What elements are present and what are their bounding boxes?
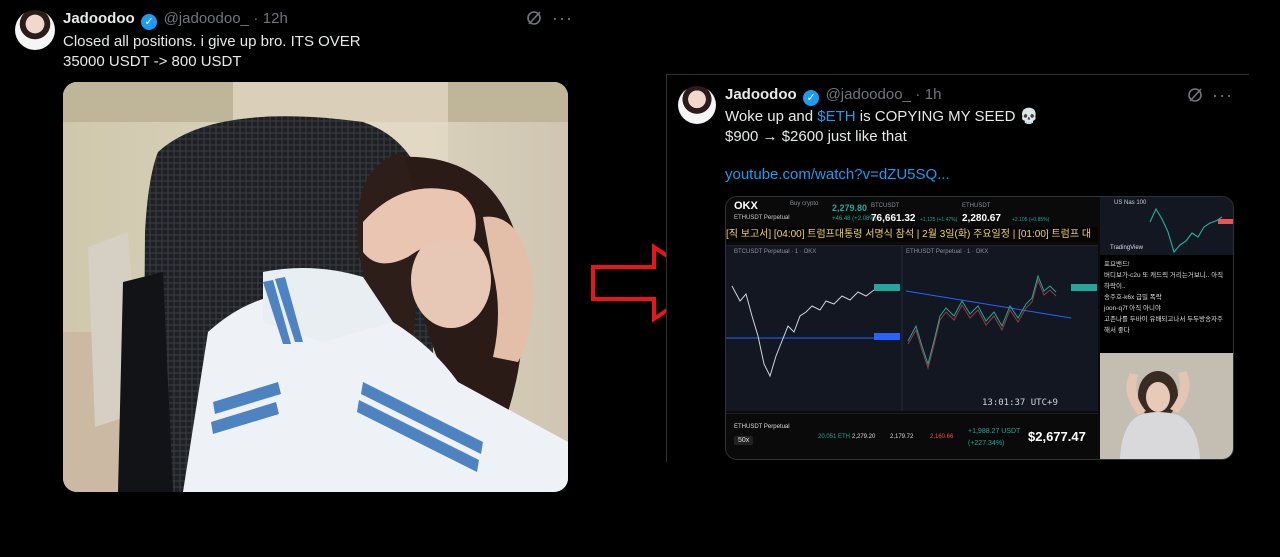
- tweet-text-line: Woke up and $ETH is COPYING MY SEED 💀: [725, 107, 1038, 127]
- btc-price: 76,661.32: [871, 213, 916, 224]
- tweet-text: Woke up and $ETH is COPYING MY SEED 💀 $9…: [725, 107, 1038, 147]
- profile-avatar[interactable]: [15, 10, 55, 50]
- exchange-header: OKX Buy crypto ETHUSDT Perpetual 2,279.8…: [726, 197, 1098, 228]
- verified-badge-icon: ✓: [803, 90, 820, 106]
- tweet-time[interactable]: 12h: [263, 10, 288, 27]
- position-pair: ETHUSDT Perpetual: [734, 424, 790, 430]
- chat-message: 버디보가-c2u 또 캐드릭 거리는거보니.. 아직 하락이..: [1104, 272, 1224, 290]
- tweet-text-fragment: Woke up and: [725, 108, 818, 125]
- tweet-header: Jadoodoo ✓ @jadoodoo_ · 12h: [63, 10, 288, 30]
- pnl-percent: (+227.34%): [968, 440, 1005, 447]
- tweet-media-stream-screenshot[interactable]: OKX Buy crypto ETHUSDT Perpetual 2,279.8…: [725, 196, 1234, 460]
- position-size: 20.051 ETH: [818, 434, 851, 440]
- youtube-link[interactable]: youtube.com/watch?v=dZU5SQ...: [725, 166, 950, 183]
- liq-price: 2,160.66: [930, 434, 954, 440]
- tweet-text-fragment: is COPYING MY SEED 💀: [855, 108, 1039, 125]
- separator-dot: ·: [915, 86, 921, 103]
- user-handle[interactable]: @jadoodoo_: [164, 10, 249, 27]
- display-name[interactable]: Jadoodoo: [725, 86, 797, 103]
- mark-price: 2,179.72: [890, 434, 914, 440]
- chat-message: joon-q7f 아직 아니야: [1104, 305, 1162, 312]
- price-change: +46.48 (+2.08%): [832, 216, 877, 222]
- chat-message: 송주호-k6x 급밀 폭락: [1104, 294, 1162, 301]
- pair-label: ETHUSDT Perpetual: [734, 215, 790, 221]
- chart-area: BTCUSDT Perpetual · 1 · OKX ETHUSDT Perp…: [726, 245, 1098, 411]
- chat-messages: 포요밴드! 버디보가-c2u 또 캐드릭 거리는거보니.. 아직 하락이.. 송…: [1100, 255, 1233, 336]
- cashtag-link[interactable]: $ETH: [817, 108, 855, 125]
- candlestick-charts: [726, 246, 1097, 411]
- separator-dot: ·: [253, 10, 259, 27]
- entry-price: 2,279.20: [852, 434, 876, 440]
- news-ticker: [직 보고서] [04:00] 트럼프대통령 서명식 참석 | 2월 3일(화)…: [726, 227, 1098, 242]
- buy-crypto-menu: Buy crypto: [790, 201, 819, 207]
- btc-change: +1,125 (+1.47%): [920, 217, 958, 223]
- tweet-text: Closed all positions. i give up bro. ITS…: [63, 32, 361, 72]
- tweet-text-line: Closed all positions. i give up bro. ITS…: [63, 33, 361, 50]
- profile-avatar[interactable]: [678, 86, 716, 124]
- tweet-text-line: $900 → $2600 just like that: [725, 128, 907, 145]
- last-price: 2,279.80: [832, 203, 868, 213]
- grok-icon[interactable]: [1187, 87, 1203, 108]
- streamer-photo: [63, 82, 568, 492]
- verified-badge-icon: ✓: [141, 14, 158, 30]
- webcam-feed: [1100, 353, 1233, 459]
- screenshot-canvas: Jadoodoo ✓ @jadoodoo_ · 12h ··· Closed a…: [0, 0, 1280, 557]
- tweet-text-line: 35000 USDT -> 800 USDT: [63, 53, 242, 70]
- tweet-header: Jadoodoo ✓ @jadoodoo_ · 1h: [725, 86, 941, 106]
- okx-logo: OKX: [734, 200, 758, 212]
- eth-change: +2.105 (+0.85%): [1012, 217, 1050, 223]
- pnl-amount: +1,988.27 USDT: [968, 428, 1021, 435]
- btc-label: BTCUSDT: [871, 203, 900, 209]
- tweet-time[interactable]: 1h: [925, 86, 942, 103]
- display-name[interactable]: Jadoodoo: [63, 10, 135, 27]
- eth-price: 2,280.67: [962, 213, 1001, 224]
- tweet-media-photo[interactable]: [63, 82, 568, 492]
- leverage-badge: 50x: [734, 436, 754, 445]
- eth-label: ETHUSDT: [962, 203, 991, 209]
- tradingview-logo: TradingView: [1110, 245, 1144, 251]
- grok-icon[interactable]: [526, 10, 542, 31]
- clock: 13:01:37 UTC+9: [982, 398, 1058, 408]
- account-balance: $2,677.47: [1028, 429, 1086, 444]
- nasdaq-mini-chart: US Nas 100 TradingView: [1100, 197, 1233, 255]
- position-bar: ETHUSDT Perpetual 50x 20.051 ETH 2,279.2…: [726, 413, 1098, 459]
- user-handle[interactable]: @jadoodoo_: [826, 86, 911, 103]
- chat-panel: 포요밴드! 버디보가-c2u 또 캐드릭 거리는거보니.. 아직 하락이.. 송…: [1100, 255, 1233, 353]
- chat-message: 고존나를 두바이 유배되고나서 두두방송자주해서 좋다: [1104, 316, 1224, 334]
- chat-message: 포요밴드!: [1104, 261, 1130, 268]
- more-options-icon[interactable]: ···: [1212, 85, 1233, 106]
- more-options-icon[interactable]: ···: [552, 8, 573, 29]
